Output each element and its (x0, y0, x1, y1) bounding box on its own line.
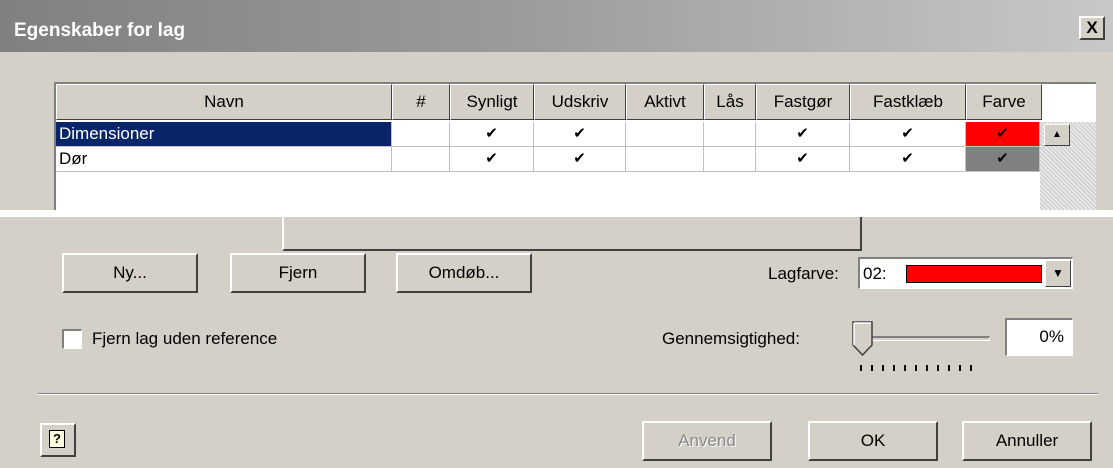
cell-fastklaeb[interactable]: ✔ (850, 147, 966, 172)
close-button[interactable]: X (1079, 16, 1105, 40)
transparency-label: Gennemsigtighed: (662, 329, 800, 348)
ok-button[interactable]: OK (808, 421, 938, 461)
slider-tick (959, 365, 961, 371)
help-icon: ? (49, 430, 65, 448)
apply-button[interactable]: Anvend (642, 421, 772, 461)
slider-tick (915, 365, 917, 371)
layer-color-select[interactable]: 02: ▼ (858, 257, 1073, 289)
layers-grid: Navn # Synligt Udskriv Aktivt Lås Fastgø… (54, 82, 1096, 210)
dialog-upper: Navn # Synligt Udskriv Aktivt Lås Fastgø… (0, 52, 1113, 210)
table-row[interactable]: Dør ✔ ✔ ✔ ✔ ✔ (56, 147, 1040, 172)
slider-tick (904, 365, 906, 371)
cell-farve[interactable]: ✔ (966, 122, 1040, 147)
cancel-button[interactable]: Annuller (962, 421, 1092, 461)
cell-fastklaeb[interactable]: ✔ (850, 122, 966, 147)
layer-color-label: Lagfarve: (768, 264, 839, 283)
remove-unreferenced-label[interactable]: Fjern lag uden reference (92, 329, 277, 349)
slider-tick (871, 365, 873, 371)
col-header-navn[interactable]: Navn (56, 84, 392, 120)
layer-color-swatch (906, 265, 1042, 283)
col-header-aktivt[interactable]: Aktivt (626, 84, 704, 120)
slider-tick (893, 365, 895, 371)
separator (38, 393, 1098, 395)
slider-tick (926, 365, 928, 371)
cell-num[interactable] (392, 147, 450, 172)
remove-unreferenced-checkbox[interactable] (62, 329, 82, 349)
col-header-fastklaeb[interactable]: Fastklæb (850, 84, 966, 120)
cell-farve[interactable]: ✔ (966, 147, 1040, 172)
cell-aktivt[interactable] (626, 147, 704, 172)
slider-tick (860, 365, 862, 371)
col-header-laas[interactable]: Lås (704, 84, 756, 120)
slider-tick (948, 365, 950, 371)
window-title: Egenskaber for lag (14, 20, 186, 41)
col-header-num[interactable]: # (392, 84, 450, 120)
cell-aktivt[interactable] (626, 122, 704, 147)
cell-udskriv[interactable]: ✔ (534, 147, 626, 172)
col-header-fastgor[interactable]: Fastgør (756, 84, 850, 120)
cell-synligt[interactable]: ✔ (450, 122, 534, 147)
slider-tick (882, 365, 884, 371)
rename-layer-button[interactable]: Omdøb... (396, 253, 532, 293)
slider-tick (937, 365, 939, 371)
screenshot-gap (0, 210, 1113, 217)
layer-color-value: 02: (863, 264, 887, 283)
table-row[interactable]: Dimensioner ✔ ✔ ✔ ✔ ✔ (56, 122, 1040, 147)
col-header-synligt[interactable]: Synligt (450, 84, 534, 120)
cell-synligt[interactable]: ✔ (450, 147, 534, 172)
remove-layer-button[interactable]: Fjern (230, 253, 366, 293)
cell-fastgor[interactable]: ✔ (756, 147, 850, 172)
slider-tick (970, 365, 972, 371)
obscured-control (282, 217, 862, 251)
help-button[interactable]: ? (40, 423, 76, 457)
transparency-input[interactable]: 0% (1005, 318, 1073, 356)
transparency-slider-thumb[interactable] (852, 321, 874, 357)
cell-name[interactable]: Dimensioner (56, 122, 392, 147)
chevron-down-icon[interactable]: ▼ (1045, 260, 1071, 287)
cell-num[interactable] (392, 122, 450, 147)
transparency-slider-track[interactable] (862, 336, 990, 341)
slider-ticks (860, 365, 980, 373)
title-bar: Egenskaber for lag X (0, 0, 1113, 52)
new-layer-button[interactable]: Ny... (62, 253, 198, 293)
col-header-udskriv[interactable]: Udskriv (534, 84, 626, 120)
cell-laas[interactable] (704, 122, 756, 147)
col-header-farve[interactable]: Farve (966, 84, 1042, 120)
cell-name[interactable]: Dør (56, 147, 392, 172)
cell-udskriv[interactable]: ✔ (534, 122, 626, 147)
dialog-lower: Ny... Fjern Omdøb... Lagfarve: 02: ▼ Fje… (0, 217, 1113, 468)
cell-laas[interactable] (704, 147, 756, 172)
cell-fastgor[interactable]: ✔ (756, 122, 850, 147)
scroll-up-arrow-icon[interactable]: ▲ (1044, 124, 1070, 146)
